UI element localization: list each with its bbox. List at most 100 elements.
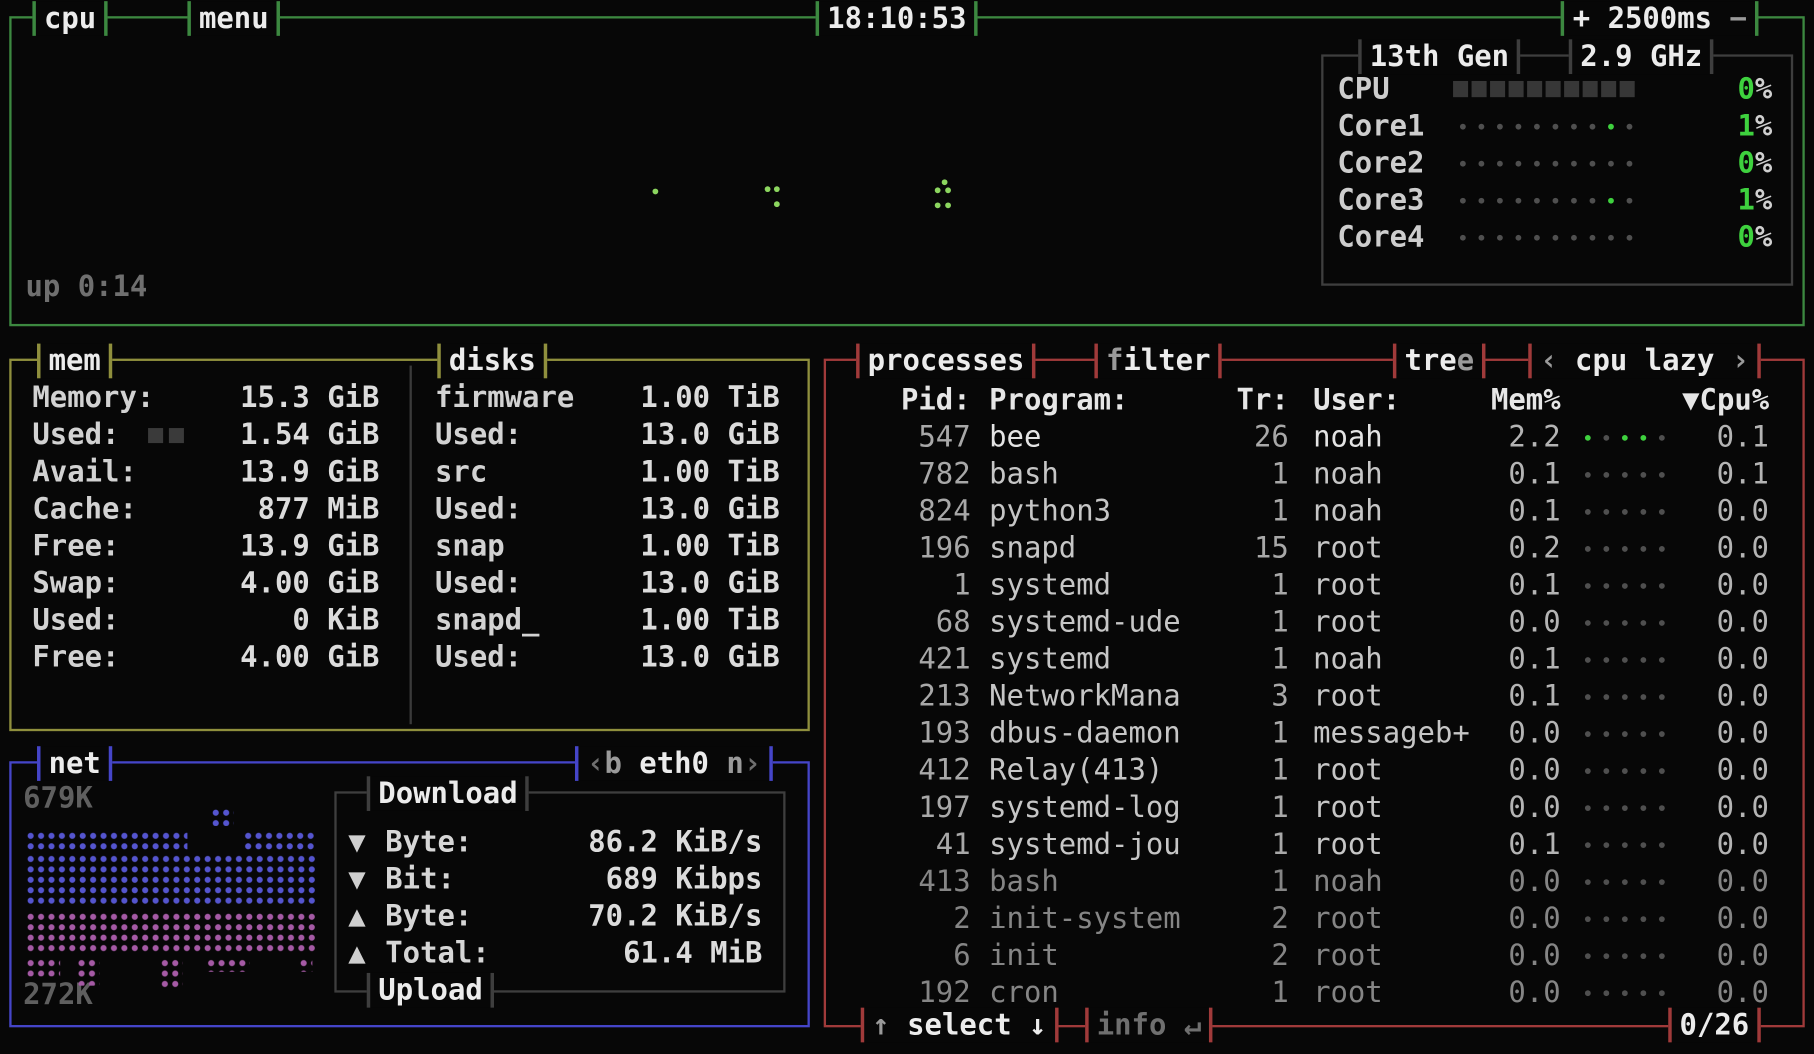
stat-row: Used: 13.0 GiB xyxy=(414,565,805,602)
process-row[interactable]: 2 init-system 2 root 0.0 0.0 xyxy=(826,900,1802,937)
process-pid: 6 xyxy=(861,937,971,974)
stat-label: Used: xyxy=(435,565,522,602)
process-program: bee xyxy=(989,419,1041,456)
process-user: noah xyxy=(1313,456,1383,493)
stat-value: 13.9 GiB xyxy=(127,528,379,565)
process-user: root xyxy=(1313,826,1383,863)
process-row[interactable]: 421 systemd 1 noah 0.1 0.0 xyxy=(826,641,1802,678)
net-stat-row: ▲ Total: 61.4 MiB xyxy=(337,935,784,972)
process-cpu-mini-graph xyxy=(1578,715,1671,752)
update-interval-control[interactable]: + 2500ms − xyxy=(1561,1,1758,36)
stat-row: Used: 0 KiB xyxy=(12,602,410,639)
process-threads: 3 xyxy=(1208,678,1289,715)
tree-button[interactable]: tree xyxy=(1393,344,1486,379)
core-usage-meter xyxy=(1453,71,1655,108)
sort-prev-icon[interactable]: ‹ xyxy=(1540,344,1557,378)
upload-graph-spike xyxy=(206,958,250,972)
process-threads: 1 xyxy=(1208,863,1289,900)
process-user: root xyxy=(1313,678,1383,715)
stat-value: 1.54 GiB xyxy=(127,416,379,453)
process-row[interactable]: 782 bash 1 noah 0.1 0.1 xyxy=(826,456,1802,493)
menu-button[interactable]: menu xyxy=(187,1,280,36)
process-cpu: 0.0 xyxy=(1682,900,1769,937)
process-table-header: Pid: Program: Tr: User: Mem% ▼Cpu% xyxy=(826,382,1802,419)
stat-value: 1.00 TiB xyxy=(541,379,779,416)
core-usage-value: 0% xyxy=(1680,219,1773,256)
device-prev-icon[interactable]: ‹ xyxy=(587,746,604,780)
sort-next-icon[interactable]: › xyxy=(1732,344,1749,378)
process-user: root xyxy=(1313,900,1383,937)
disks-box-title: disks xyxy=(437,344,547,379)
sort-selector[interactable]: ‹ cpu lazy › xyxy=(1529,344,1761,379)
column-header-pid[interactable]: Pid: xyxy=(861,382,971,419)
column-header-user[interactable]: User: xyxy=(1313,382,1400,419)
process-pid: 68 xyxy=(861,604,971,641)
process-pid: 196 xyxy=(861,530,971,567)
process-cpu: 0.0 xyxy=(1682,789,1769,826)
process-row[interactable]: 196 snapd 15 root 0.2 0.0 xyxy=(826,530,1802,567)
process-row[interactable]: 6 init 2 root 0.0 0.0 xyxy=(826,937,1802,974)
net-stat-label: Total: xyxy=(385,935,489,972)
direction-arrow-icon: ▲ xyxy=(348,935,365,972)
scroll-up-icon[interactable]: ↑ xyxy=(872,1008,889,1042)
process-threads: 1 xyxy=(1208,826,1289,863)
process-cpu-mini-graph xyxy=(1578,530,1671,567)
cpu-stats-panel: 13th Gen 2.9 GHz CPU 0% Core1 1% Core2 0… xyxy=(1321,54,1793,285)
stat-row: Free: 4.00 GiB xyxy=(12,639,410,676)
net-stat-row: ▼ Byte: 86.2 KiB/s xyxy=(337,824,784,861)
process-row[interactable]: 192 cron 1 root 0.0 0.0 xyxy=(826,974,1802,1011)
process-row[interactable]: 412 Relay(413) 1 root 0.0 0.0 xyxy=(826,752,1802,789)
column-header-threads[interactable]: Tr: xyxy=(1208,382,1289,419)
process-cpu-mini-graph xyxy=(1578,974,1671,1011)
column-header-cpu[interactable]: ▼Cpu% xyxy=(1682,382,1769,419)
column-header-mem[interactable]: Mem% xyxy=(1474,382,1561,419)
process-threads: 1 xyxy=(1208,715,1289,752)
select-control[interactable]: ↑ select ↓ xyxy=(861,1008,1058,1043)
stat-label: Used: xyxy=(435,491,522,528)
process-cpu: 0.0 xyxy=(1682,530,1769,567)
process-mem: 0.0 xyxy=(1474,715,1561,752)
process-row[interactable]: 213 NetworkMana 3 root 0.1 0.0 xyxy=(826,678,1802,715)
scroll-down-icon[interactable]: ↓ xyxy=(1029,1008,1046,1042)
process-row[interactable]: 41 systemd-jou 1 root 0.1 0.0 xyxy=(826,826,1802,863)
process-cpu-mini-graph xyxy=(1578,900,1671,937)
process-user: root xyxy=(1313,567,1383,604)
stat-label: Avail: xyxy=(32,454,136,491)
direction-arrow-icon: ▲ xyxy=(348,898,365,935)
net-device-switcher[interactable]: ‹b eth0 n› xyxy=(575,746,772,781)
stat-row: Used: 13.0 GiB xyxy=(414,639,805,676)
process-user: noah xyxy=(1313,641,1383,678)
process-row[interactable]: 197 systemd-log 1 root 0.0 0.0 xyxy=(826,789,1802,826)
cpu-box-title: cpu xyxy=(32,1,107,36)
info-button[interactable]: info ↵ xyxy=(1085,1008,1213,1043)
process-row[interactable]: 193 dbus-daemon 1 messageb+ 0.0 0.0 xyxy=(826,715,1802,752)
process-pid: 213 xyxy=(861,678,971,715)
net-stats-panel: Download Upload ▼ Byte: 86.2 KiB/s ▼ Bit… xyxy=(334,791,785,992)
stat-row: snapd_ 1.00 TiB xyxy=(414,602,805,639)
process-row[interactable]: 68 systemd-ude 1 root 0.0 0.0 xyxy=(826,604,1802,641)
process-threads: 2 xyxy=(1208,900,1289,937)
interval-increase-button[interactable]: + xyxy=(1573,1,1590,35)
process-row[interactable]: 1 systemd 1 root 0.1 0.0 xyxy=(826,567,1802,604)
process-threads: 1 xyxy=(1208,789,1289,826)
process-mem: 0.0 xyxy=(1474,900,1561,937)
column-header-program[interactable]: Program: xyxy=(989,382,1128,419)
process-row[interactable]: 413 bash 1 noah 0.0 0.0 xyxy=(826,863,1802,900)
download-graph-spike xyxy=(211,808,234,827)
core-label: Core2 xyxy=(1337,145,1424,182)
process-cpu-mini-graph xyxy=(1578,752,1671,789)
core-usage-value: 0% xyxy=(1680,145,1773,182)
filter-button[interactable]: filter xyxy=(1094,344,1222,379)
process-cpu-mini-graph xyxy=(1578,456,1671,493)
interval-decrease-button[interactable]: − xyxy=(1729,1,1746,35)
cpu-core-row: Core3 1% xyxy=(1323,182,1790,219)
process-mem: 0.1 xyxy=(1474,493,1561,530)
stat-value: 13.0 GiB xyxy=(541,639,779,676)
device-next-icon[interactable]: › xyxy=(744,746,761,780)
process-threads: 1 xyxy=(1208,752,1289,789)
stat-row: Memory: 15.3 GiB xyxy=(12,379,410,416)
process-program: bash xyxy=(989,863,1059,900)
process-row[interactable]: 547 bee 26 noah 2.2 0.1 xyxy=(826,419,1802,456)
upload-label: Upload xyxy=(367,973,495,1008)
process-row[interactable]: 824 python3 1 noah 0.1 0.0 xyxy=(826,493,1802,530)
